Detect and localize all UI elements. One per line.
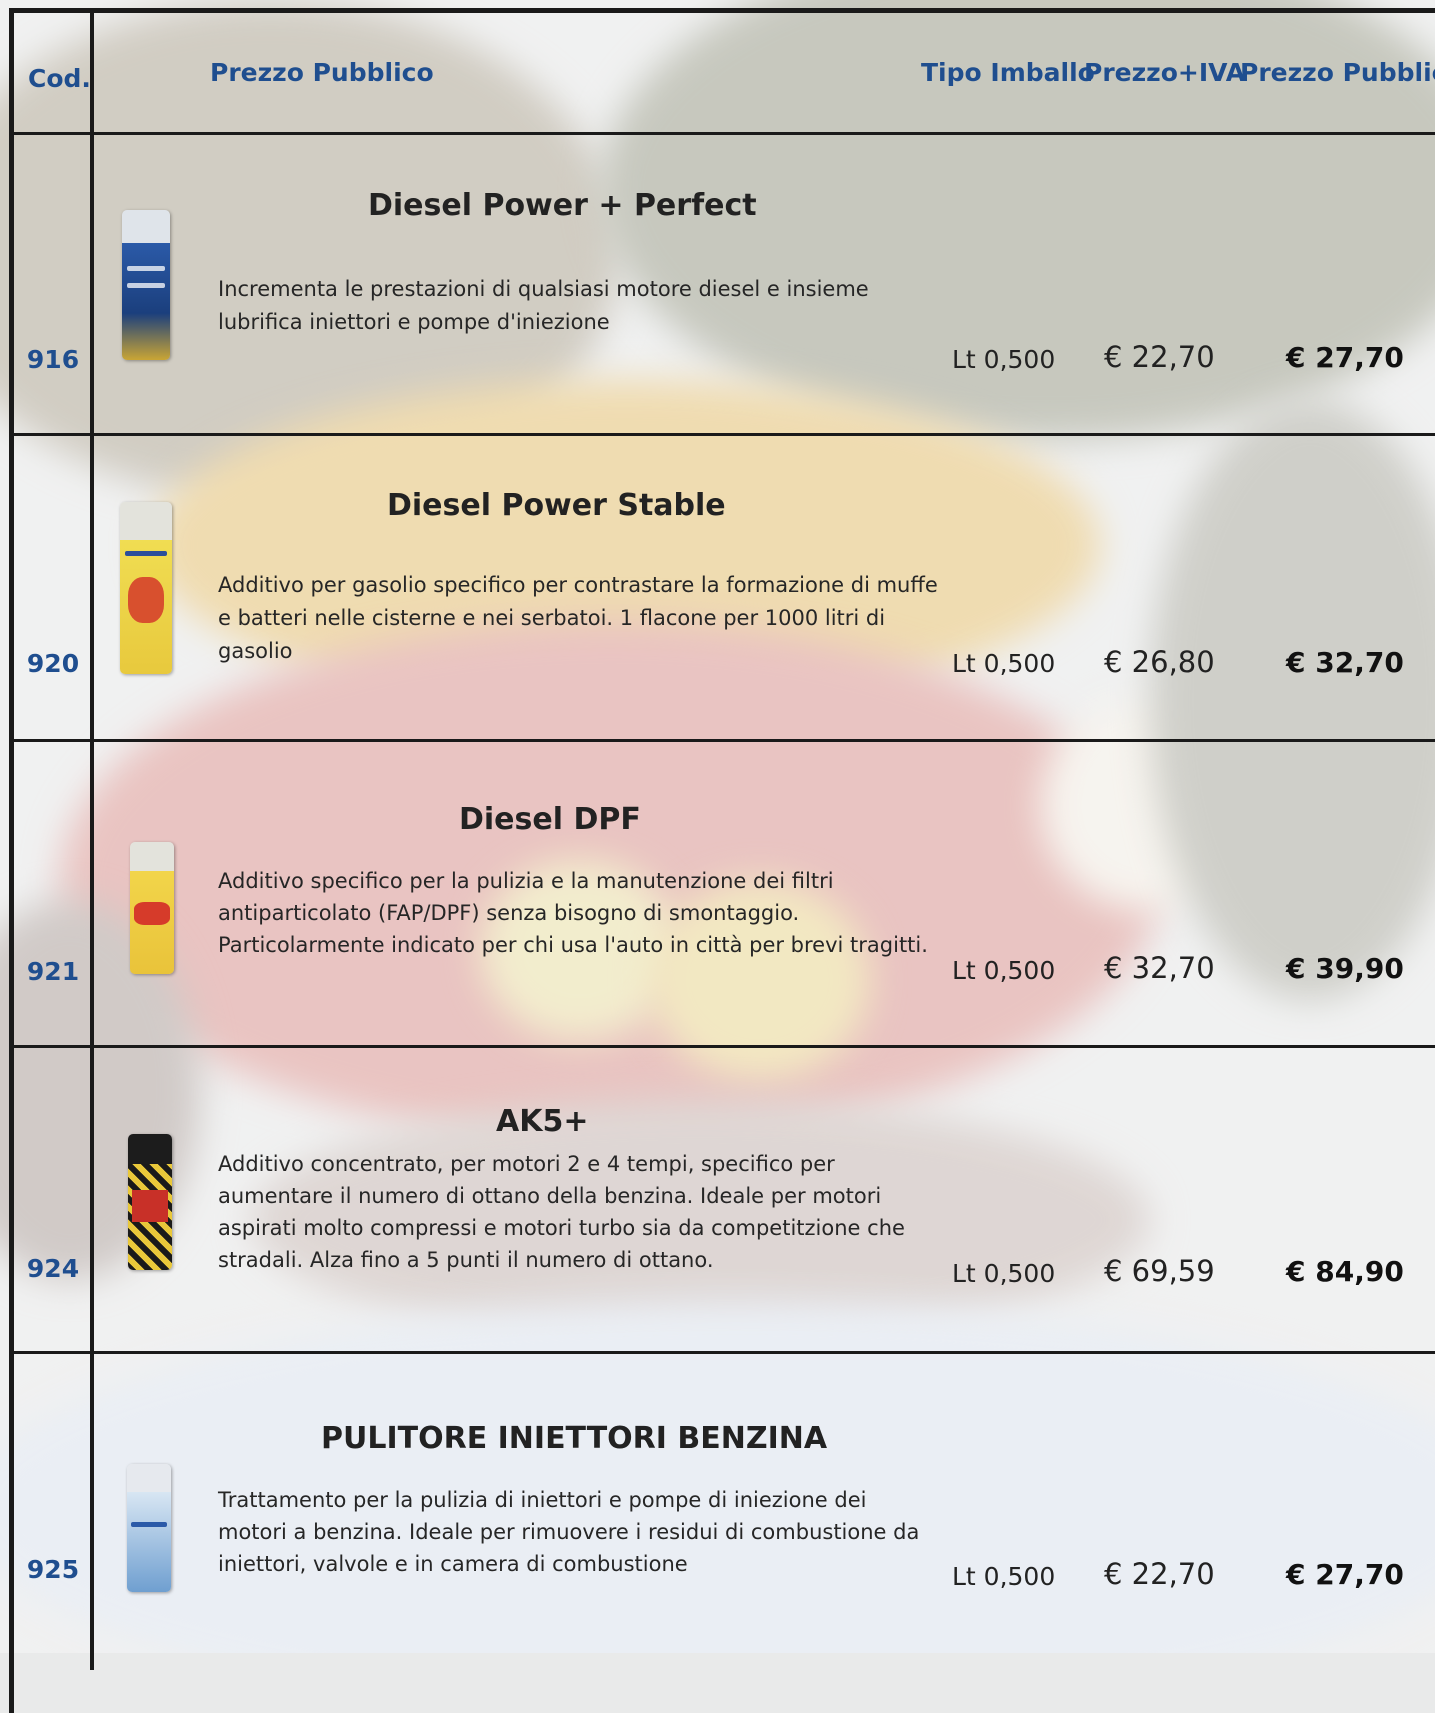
product-name: Diesel Power + Perfect: [368, 188, 757, 223]
product-name: Diesel Power Stable: [387, 488, 726, 523]
price-vat: € 69,59: [1104, 1254, 1215, 1288]
product-code: 925: [26, 1555, 80, 1584]
light-blue-spray-can-icon: [127, 1464, 171, 1592]
yellow-red-spray-can-icon: [130, 842, 174, 974]
product-code: 924: [26, 1254, 80, 1283]
public-price: € 32,70: [1286, 646, 1404, 679]
product-description: Additivo specifico per la pulizia e la m…: [218, 869, 928, 957]
header-price-vat: Prezzo+IVA: [1084, 58, 1246, 87]
table-row: 916 Diesel Power + Perfect Incrementa le…: [0, 135, 1435, 440]
price-vat: € 22,70: [1104, 1557, 1215, 1591]
pack-type: Lt 0,500: [952, 345, 1056, 374]
table-row: 925 PULITORE INIETTORI BENZINA Trattamen…: [0, 1354, 1435, 1653]
product-description: Additivo concentrato, per motori 2 e 4 t…: [218, 1152, 905, 1272]
header-cod: Cod.: [28, 64, 91, 93]
pack-type: Lt 0,500: [952, 649, 1056, 678]
product-code: 920: [26, 649, 80, 678]
product-name: PULITORE INIETTORI BENZINA: [321, 1421, 828, 1456]
table-row: 924 AK5+ Additivo concentrato, per motor…: [0, 1048, 1435, 1353]
public-price: € 27,70: [1286, 1558, 1404, 1591]
product-description: Additivo per gasolio specifico per contr…: [218, 573, 938, 663]
price-vat: € 26,80: [1104, 645, 1215, 679]
product-code: 916: [26, 345, 80, 374]
product-code: 921: [26, 957, 80, 986]
pack-type: Lt 0,500: [952, 1259, 1056, 1288]
product-name: Diesel DPF: [459, 802, 641, 837]
product-description: Trattamento per la pulizia di iniettori …: [218, 1488, 920, 1576]
blue-spray-can-icon: [122, 210, 170, 360]
pack-type: Lt 0,500: [952, 956, 1056, 985]
yellow-spray-can-icon: [120, 502, 172, 674]
table-row: 920 Diesel Power Stable Additivo per gas…: [0, 436, 1435, 741]
header-pack-type: Tipo Imballo: [921, 58, 1095, 87]
black-checkered-can-icon: [128, 1134, 172, 1270]
price-vat: € 32,70: [1104, 951, 1215, 985]
price-vat: € 22,70: [1104, 340, 1215, 374]
header-description: Prezzo Pubblico: [210, 58, 434, 87]
product-name: AK5+: [496, 1104, 589, 1139]
header-public-price: Prezzo Pubblico: [1240, 58, 1435, 87]
public-price: € 39,90: [1286, 952, 1404, 985]
product-description: Incrementa le prestazioni di qualsiasi m…: [218, 277, 869, 334]
public-price: € 27,70: [1286, 341, 1404, 374]
pack-type: Lt 0,500: [952, 1562, 1056, 1591]
public-price: € 84,90: [1286, 1255, 1404, 1288]
table-row: 921 Diesel DPF Additivo specifico per la…: [0, 742, 1435, 1047]
